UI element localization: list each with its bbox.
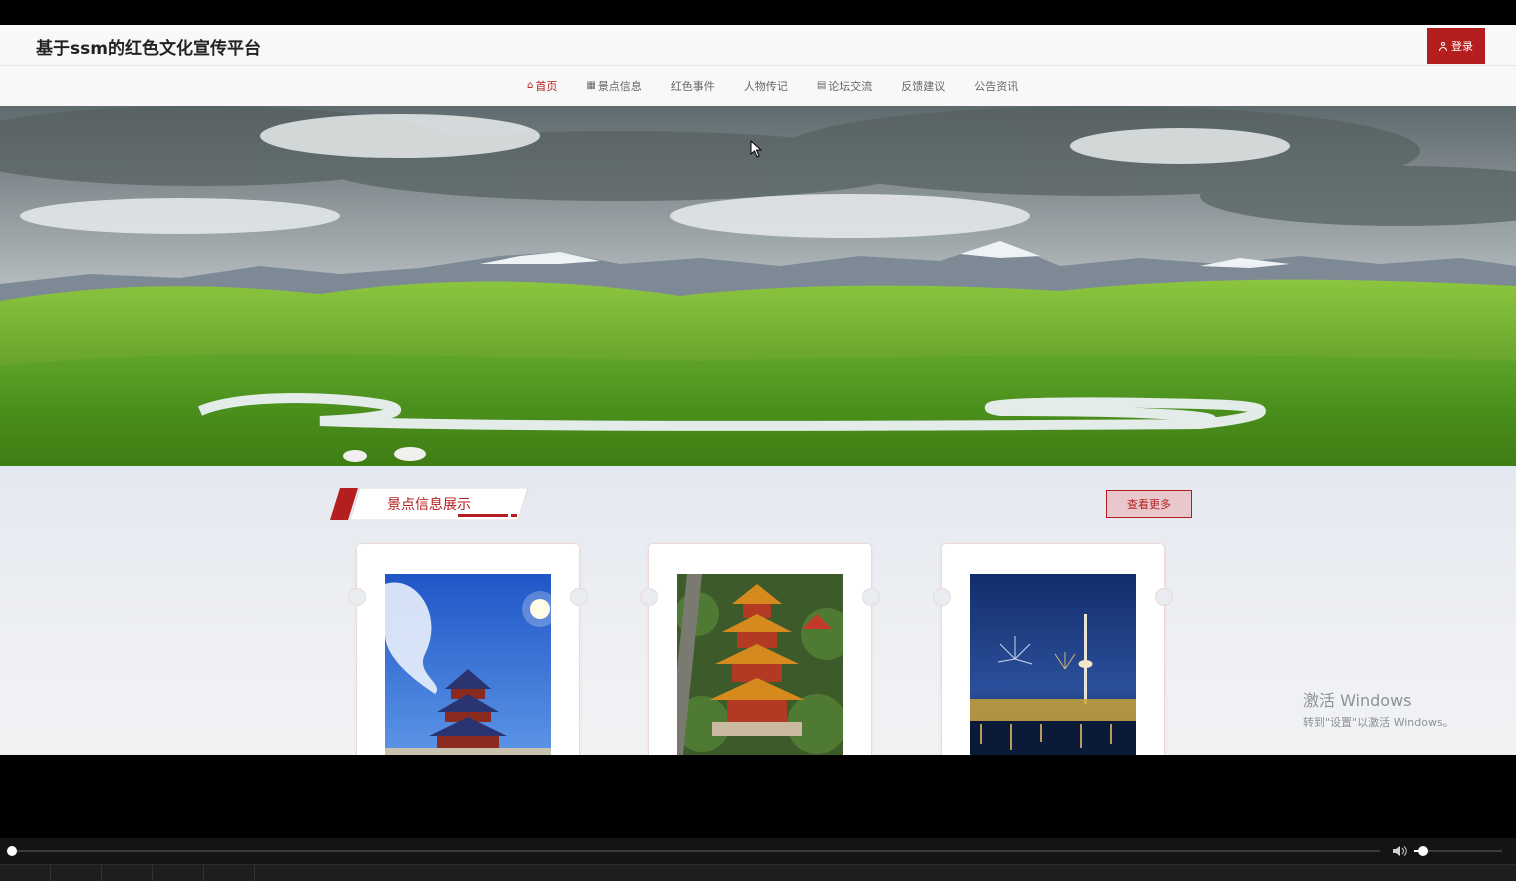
nav-item-forum[interactable]: ▤ 论坛交流 <box>817 78 872 94</box>
seek-bar[interactable] <box>12 850 1380 852</box>
view-more-button[interactable]: 查看更多 <box>1106 490 1192 518</box>
mouse-cursor-icon <box>750 140 762 158</box>
home-icon: ⌂ <box>527 80 534 91</box>
main-nav: ⌂ 首页 ▦ 景点信息 红色事件 人物传记 ▤ 论坛交流 反馈建议 公告资讯 <box>0 66 1516 107</box>
nav-item-announcements[interactable]: 公告资讯 <box>974 78 1018 94</box>
nav-item-label: 人物传记 <box>743 80 788 93</box>
section-title: 景点信息展示 <box>387 497 471 513</box>
divider <box>152 865 153 881</box>
card-notch <box>862 588 880 606</box>
grid-icon: ▦ <box>586 80 596 91</box>
nav-item-label: 公告资讯 <box>974 80 1019 93</box>
city-night-fireworks-image[interactable] <box>970 574 1136 755</box>
nav-item-label: 景点信息 <box>597 80 642 93</box>
attraction-card[interactable] <box>348 544 588 755</box>
taskbar-strip <box>0 864 1516 881</box>
web-page: 基于ssm的红色文化宣传平台 登录 ⌂ 首页 ▦ 景点信息 红色事件 人物传记 … <box>0 25 1516 755</box>
card-notch <box>933 588 951 606</box>
nav-item-label: 论坛交流 <box>828 80 873 93</box>
divider <box>50 865 51 881</box>
user-icon <box>1439 41 1447 51</box>
nav-item-biographies[interactable]: 人物传记 <box>744 78 788 94</box>
video-player-controls <box>0 838 1516 881</box>
nav-item-label: 红色事件 <box>670 80 715 93</box>
login-button[interactable]: 登录 <box>1427 28 1485 64</box>
attractions-section: 景点信息展示 查看更多 激活 Windows 转到"设置"以激活 Windows… <box>0 466 1516 755</box>
nav-item-attractions[interactable]: ▦ 景点信息 <box>586 78 641 94</box>
site-title: 基于ssm的红色文化宣传平台 <box>36 39 261 59</box>
watermark-line-2: 转到"设置"以激活 Windows。 <box>1303 716 1454 729</box>
top-letterbox <box>0 0 1516 25</box>
card-notch <box>570 588 588 606</box>
card-notch <box>640 588 658 606</box>
temple-of-heaven-image[interactable] <box>385 574 551 755</box>
divider <box>254 865 255 881</box>
windows-activation-watermark: 激活 Windows 转到"设置"以激活 Windows。 <box>1303 687 1454 730</box>
nav-item-red-events[interactable]: 红色事件 <box>671 78 715 94</box>
nav-item-label: 反馈建议 <box>901 80 946 93</box>
watermark-line-1: 激活 Windows <box>1303 691 1412 710</box>
login-label: 登录 <box>1451 40 1473 53</box>
card-notch <box>1155 588 1173 606</box>
hero-banner[interactable] <box>0 106 1516 466</box>
yellow-crane-tower-image[interactable] <box>677 574 843 755</box>
section-heading: 景点信息展示 <box>330 487 530 521</box>
nav-item-home[interactable]: ⌂ 首页 <box>527 78 557 94</box>
nav-item-label: 首页 <box>535 80 558 93</box>
seek-handle[interactable] <box>7 846 17 856</box>
volume-handle[interactable] <box>1418 846 1428 856</box>
attraction-card[interactable] <box>640 544 880 755</box>
site-header: 基于ssm的红色文化宣传平台 登录 <box>0 25 1516 66</box>
list-icon: ▤ <box>816 80 827 91</box>
card-notch <box>348 588 366 606</box>
divider <box>203 865 204 881</box>
grassland-landscape-image <box>0 106 1516 466</box>
nav-item-feedback[interactable]: 反馈建议 <box>901 78 945 94</box>
volume-icon[interactable] <box>1392 845 1408 857</box>
divider <box>101 865 102 881</box>
attraction-card[interactable] <box>933 544 1173 755</box>
